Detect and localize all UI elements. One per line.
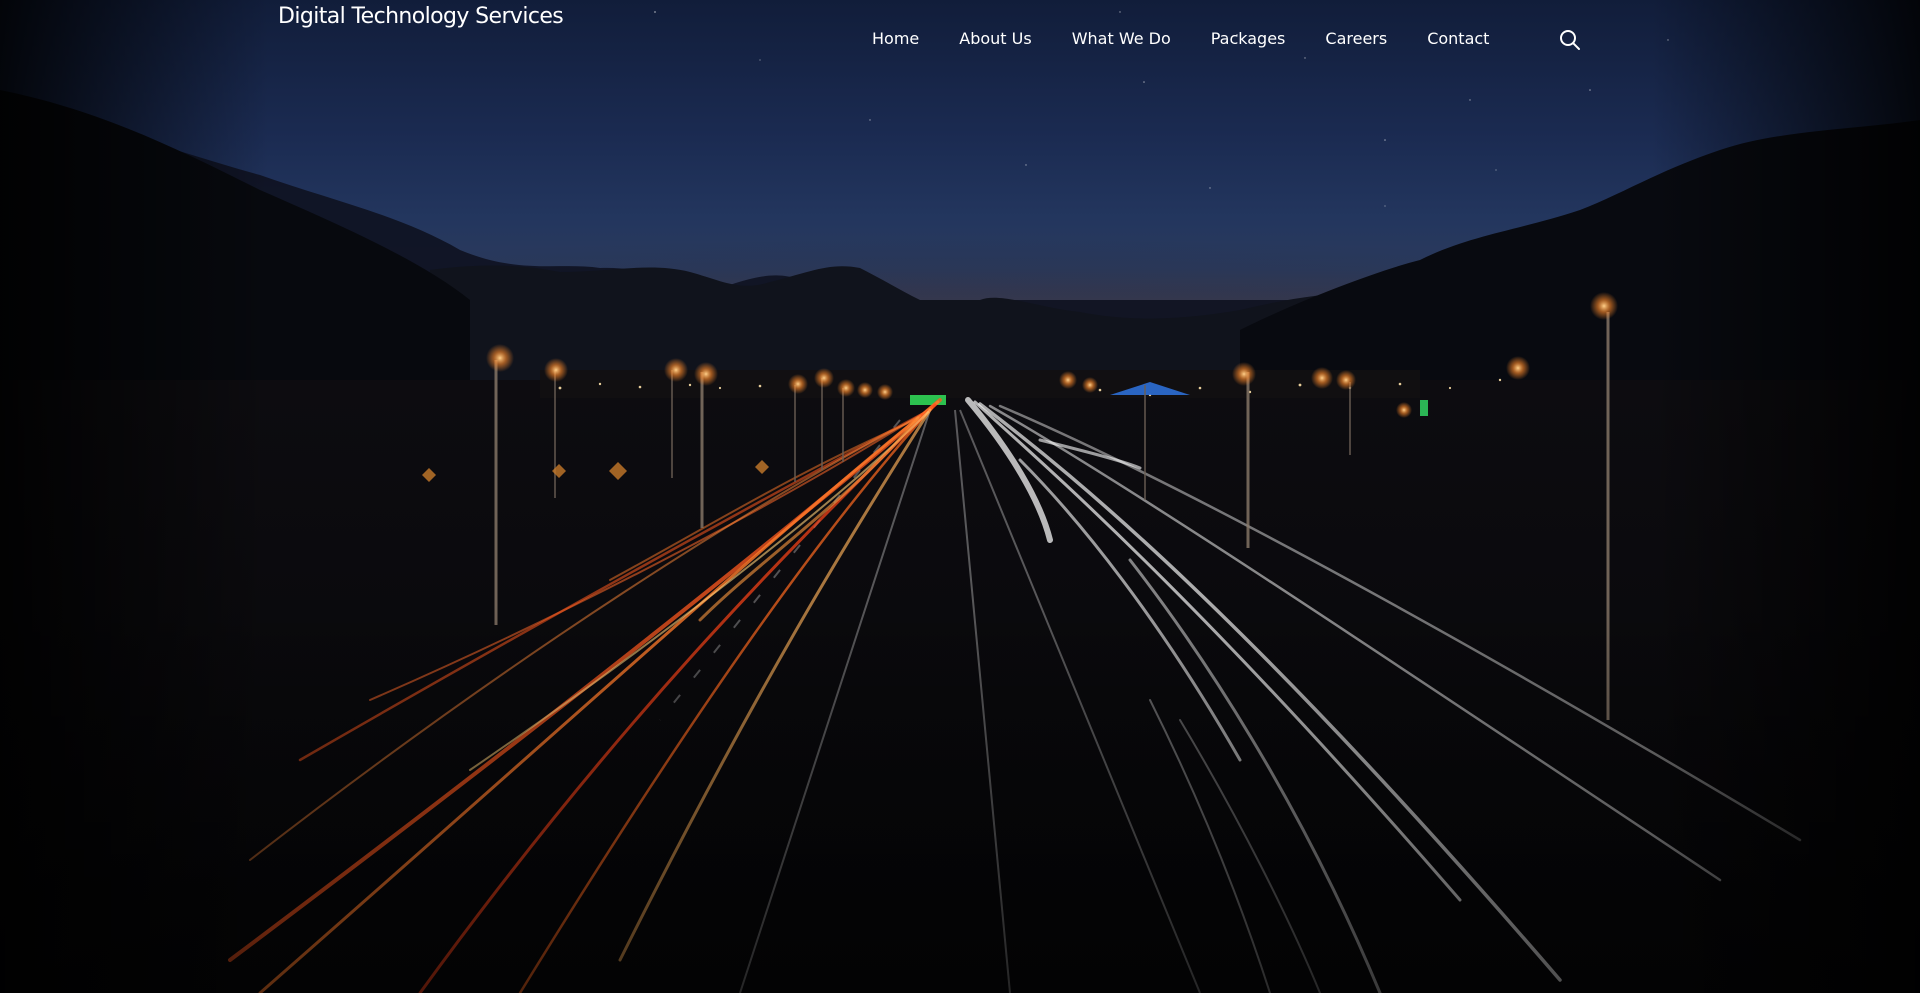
nav-link-contact[interactable]: Contact bbox=[1427, 29, 1489, 48]
site-logo[interactable]: Digital Technology Services bbox=[278, 4, 564, 29]
nav-link-packages[interactable]: Packages bbox=[1211, 29, 1286, 48]
nav-link-about-us[interactable]: About Us bbox=[959, 29, 1031, 48]
search-icon bbox=[1560, 30, 1580, 50]
hero-background-image bbox=[0, 11, 1920, 993]
site-header: Digital Technology Services Home About U… bbox=[0, 0, 1920, 76]
hero-section: Digital Technology Services Home About U… bbox=[0, 0, 1920, 993]
main-navigation: Home About Us What We Do Packages Career… bbox=[872, 26, 1489, 50]
nav-link-what-we-do[interactable]: What We Do bbox=[1072, 29, 1171, 48]
nav-link-careers[interactable]: Careers bbox=[1325, 29, 1387, 48]
search-button[interactable] bbox=[1558, 28, 1582, 52]
nav-link-home[interactable]: Home bbox=[872, 29, 919, 48]
